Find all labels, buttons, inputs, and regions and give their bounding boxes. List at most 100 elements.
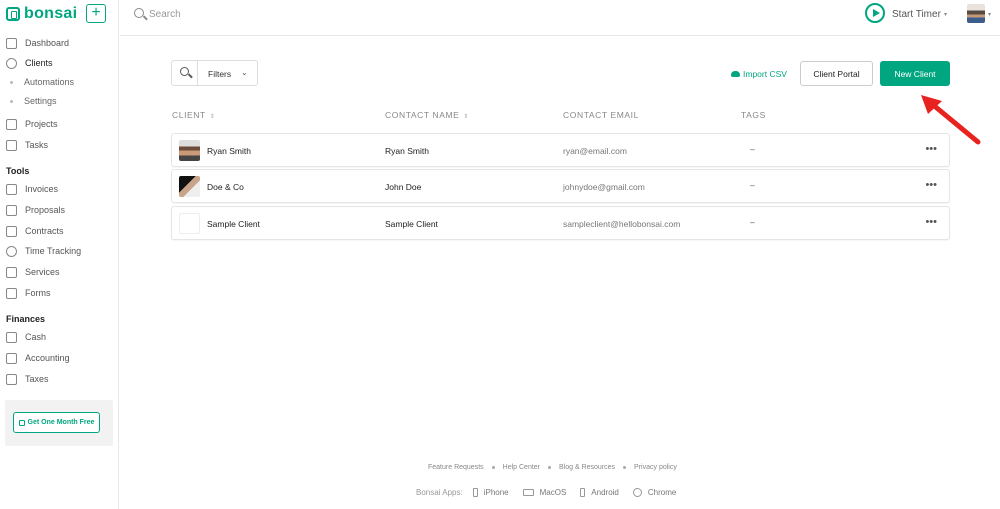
app-label: MacOS	[539, 488, 567, 497]
app-link-macos[interactable]: MacOS	[522, 488, 567, 497]
client-portal-button[interactable]: Client Portal	[800, 61, 873, 86]
contact-email: sampleclient@hellobonsai.com	[563, 219, 681, 229]
sidebar-item-label: Cash	[25, 332, 47, 342]
cloud-upload-icon	[731, 71, 740, 77]
import-csv-link[interactable]: Import CSV	[731, 69, 787, 79]
app-label: Chrome	[647, 488, 677, 497]
logo[interactable]: bonsai	[6, 5, 77, 23]
app-link-chrome[interactable]: Chrome	[632, 488, 677, 497]
sidebar-subitem-settings[interactable]: Settings	[0, 93, 118, 109]
promo-panel: Get One Month Free	[5, 400, 113, 446]
app-label: Android	[591, 488, 619, 497]
sidebar-item-label: Proposals	[25, 205, 66, 215]
sidebar-subitem-label: Automations	[24, 77, 75, 87]
android-icon	[580, 488, 586, 497]
sidebar-item-accounting[interactable]: Accounting	[0, 349, 118, 367]
footer-apps: Bonsai Apps: iPhone MacOS Android Chrome	[416, 488, 676, 497]
clients-icon	[6, 57, 17, 69]
get-one-month-free-button[interactable]: Get One Month Free	[13, 412, 100, 433]
sidebar-item-time-tracking[interactable]: Time Tracking	[0, 242, 118, 260]
footer-link-help-center[interactable]: Help Center	[503, 464, 540, 471]
sidebar-item-projects[interactable]: Projects	[0, 115, 118, 133]
top-bar: Start Timer ▾ ▾	[120, 0, 1000, 36]
promo-label: Get One Month Free	[27, 419, 95, 426]
footer-links: Feature Requests Help Center Blog & Reso…	[428, 464, 677, 471]
chevron-down-icon[interactable]: ▾	[988, 11, 991, 18]
sidebar-item-dashboard[interactable]: Dashboard	[0, 34, 118, 52]
table-row[interactable]: Sample Client Sample Client sampleclient…	[171, 206, 950, 240]
column-header-contact-name[interactable]: CONTACT NAME ⇕	[385, 110, 469, 120]
sidebar-item-label: Tasks	[25, 140, 49, 150]
clock-icon	[6, 245, 17, 257]
filters-dropdown[interactable]: Filters	[208, 69, 231, 79]
folder-icon	[6, 118, 17, 130]
contact-name: Sample Client	[385, 219, 438, 229]
quick-add-button[interactable]: +	[86, 4, 106, 23]
sidebar-item-contracts[interactable]: Contracts	[0, 222, 118, 240]
import-csv-label: Import CSV	[743, 69, 787, 79]
sidebar-subitem-automations[interactable]: Automations	[0, 74, 118, 90]
logo-text: bonsai	[24, 5, 78, 22]
proposal-icon	[6, 204, 17, 216]
column-header-contact-email: CONTACT EMAIL	[563, 110, 639, 120]
home-icon	[6, 37, 17, 49]
footer-link-feature-requests[interactable]: Feature Requests	[428, 464, 484, 471]
client-name[interactable]: Ryan Smith	[207, 146, 251, 156]
tags-value: –	[750, 144, 755, 154]
footer-link-privacy-policy[interactable]: Privacy policy	[634, 464, 677, 471]
sidebar-item-services[interactable]: Services	[0, 263, 118, 281]
bonsai-logo-icon	[6, 7, 20, 21]
apps-label: Bonsai Apps:	[416, 488, 463, 497]
chevron-down-icon[interactable]: ▾	[944, 11, 947, 18]
section-title-tools: Tools	[6, 166, 30, 176]
sidebar-subitem-label: Settings	[24, 96, 57, 106]
table-row[interactable]: Doe & Co John Doe johnydoe@gmail.com – •…	[171, 169, 950, 203]
sidebar-item-invoices[interactable]: Invoices	[0, 180, 118, 198]
more-options-icon[interactable]: •••	[925, 143, 937, 155]
sort-icon[interactable]: ⇕	[210, 114, 216, 120]
laptop-icon	[522, 489, 534, 496]
chevron-down-icon[interactable]: ⌄	[241, 68, 248, 77]
more-options-icon[interactable]: •••	[925, 179, 937, 191]
table-row[interactable]: Ryan Smith Ryan Smith ryan@email.com – •…	[171, 133, 950, 167]
column-header-client[interactable]: CLIENT ⇕	[172, 110, 215, 120]
sidebar-item-tasks[interactable]: Tasks	[0, 136, 118, 154]
contact-name: John Doe	[385, 182, 422, 192]
sort-icon[interactable]: ⇕	[463, 114, 469, 120]
taxes-icon	[6, 373, 17, 385]
client-avatar	[179, 176, 200, 197]
footer-link-blog-resources[interactable]: Blog & Resources	[559, 464, 615, 471]
sidebar-item-forms[interactable]: Forms	[0, 284, 118, 302]
bullet-icon	[10, 99, 13, 103]
column-header-tags: TAGS	[741, 110, 766, 120]
services-icon	[6, 266, 17, 278]
client-name[interactable]: Doe & Co	[207, 182, 244, 192]
separator-dot	[623, 466, 627, 469]
sidebar-item-label: Accounting	[25, 353, 70, 363]
sidebar-item-label: Projects	[25, 119, 58, 129]
filter-search-button[interactable]	[172, 61, 198, 85]
search-input[interactable]	[149, 6, 349, 22]
contact-name: Ryan Smith	[385, 146, 429, 156]
cash-icon	[6, 331, 17, 343]
client-name[interactable]: Sample Client	[207, 219, 260, 229]
sidebar-item-proposals[interactable]: Proposals	[0, 201, 118, 219]
contact-email: ryan@email.com	[563, 146, 627, 156]
sidebar-item-label: Clients	[25, 58, 53, 68]
app-link-android[interactable]: Android	[580, 488, 619, 497]
sidebar-item-clients[interactable]: Clients	[0, 54, 118, 72]
app-link-iphone[interactable]: iPhone	[472, 488, 509, 497]
user-avatar[interactable]	[967, 4, 985, 23]
separator-dot	[491, 466, 495, 469]
sidebar-item-taxes[interactable]: Taxes	[0, 370, 118, 388]
column-header-label: CLIENT	[172, 110, 206, 120]
app-label: iPhone	[483, 488, 509, 497]
tags-value: –	[750, 217, 755, 227]
start-timer-label[interactable]: Start Timer	[892, 9, 941, 20]
start-timer-play-button[interactable]	[865, 3, 885, 23]
sidebar-item-cash[interactable]: Cash	[0, 328, 118, 346]
section-title-finances: Finances	[6, 314, 46, 324]
new-client-button[interactable]: New Client	[880, 61, 950, 86]
client-avatar	[179, 213, 200, 234]
more-options-icon[interactable]: •••	[925, 216, 937, 228]
